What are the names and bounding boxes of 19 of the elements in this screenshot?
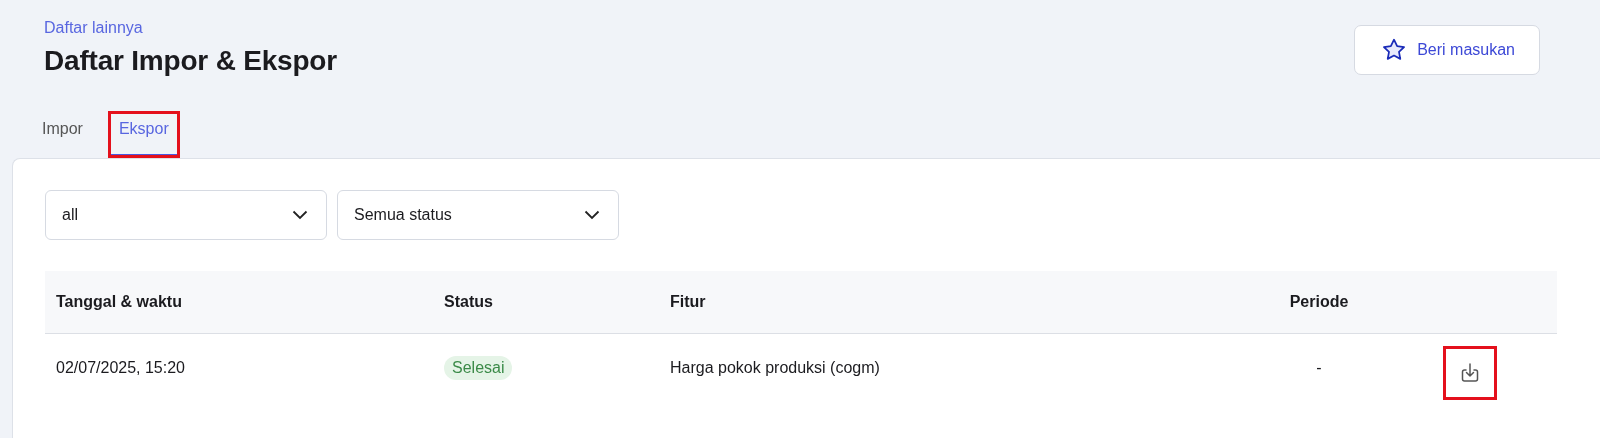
star-icon <box>1381 37 1408 63</box>
column-header: Fitur <box>669 293 707 311</box>
table-cell-text: Harga pokok produksi (cogm) <box>669 359 881 377</box>
filter-dropdown[interactable]: Semua status <box>337 190 619 240</box>
chevron-down-icon <box>292 210 308 220</box>
breadcrumb-link[interactable]: Daftar lainnya <box>44 19 337 37</box>
column-header: Tanggal & waktu <box>55 293 183 311</box>
status-badge: Selesai <box>444 356 513 380</box>
table-cell-text: 02/07/2025, 15:20 <box>55 359 186 377</box>
filter-dropdown[interactable]: all <box>45 190 327 240</box>
page-title: Daftar Impor & Ekspor <box>44 45 337 77</box>
column-header: Status <box>443 293 494 311</box>
tab[interactable]: Ekspor <box>108 112 179 157</box>
download-button[interactable] <box>1444 347 1496 399</box>
chevron-down-icon <box>584 210 600 220</box>
table-cell-text: - <box>1315 359 1323 377</box>
feedback-button[interactable]: Beri masukan <box>1354 25 1540 75</box>
column-header: Periode <box>1288 293 1350 311</box>
tab[interactable]: Impor <box>32 112 93 157</box>
